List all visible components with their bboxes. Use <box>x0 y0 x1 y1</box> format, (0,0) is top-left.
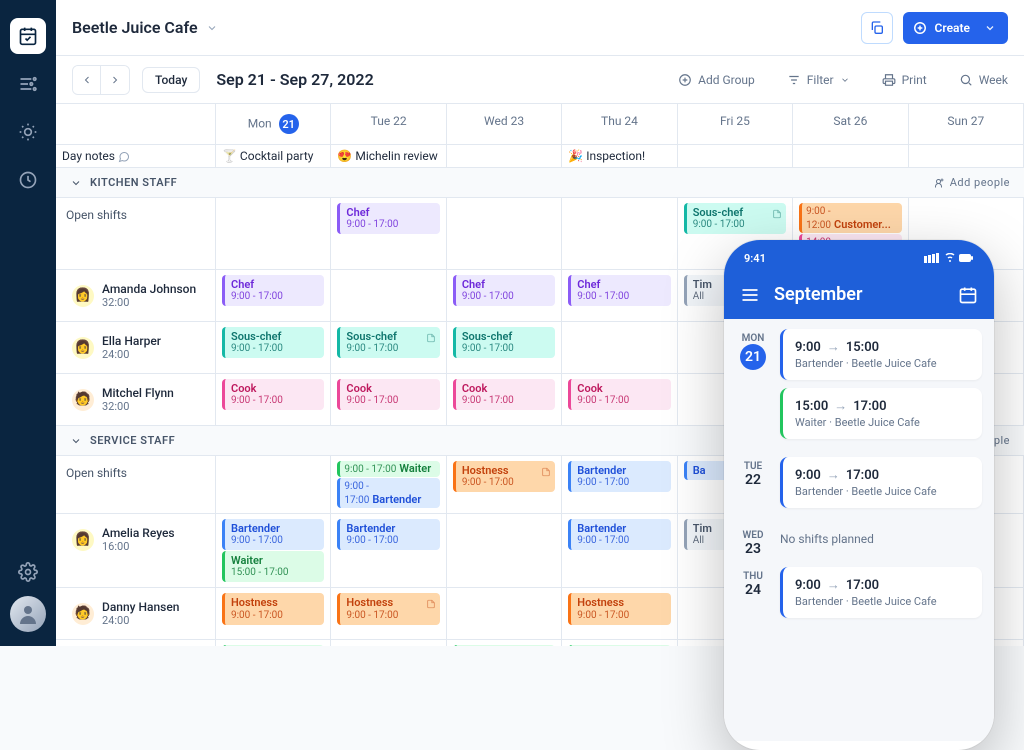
shift-card[interactable]: Hostness9:00 - 17:00 <box>222 593 324 624</box>
person-cell[interactable]: 🧑Danny Hansen24:00 <box>62 592 209 635</box>
copy-button[interactable] <box>861 12 893 44</box>
location-title: Beetle Juice Cafe <box>72 18 198 37</box>
person-cell[interactable]: 🧑Mitchel Flynn32:00 <box>62 378 209 421</box>
mobile-day: THU24 9:00→17:00 Bartender · Beetle Juic… <box>736 567 982 626</box>
shift-card[interactable]: Hostness9:00 - 17:00 <box>453 461 555 492</box>
mobile-day-label: MON21 <box>736 329 770 447</box>
mobile-day: WED23 No shifts planned <box>736 526 982 557</box>
person-cell[interactable]: 👩Amanda Johnson32:00 <box>62 274 209 317</box>
mobile-preview: 9:41 September MON21 9:00→15:00 Bartende… <box>724 240 994 750</box>
mobile-day-label: THU24 <box>736 567 770 626</box>
sidebar-item-settings[interactable] <box>10 554 46 590</box>
day-header[interactable]: Sat 26 <box>793 104 908 145</box>
chevron-down-icon <box>984 22 996 34</box>
mobile-day: MON21 9:00→15:00 Bartender · Beetle Juic… <box>736 329 982 447</box>
search-icon <box>959 73 973 87</box>
shift-card[interactable]: Cook9:00 - 17:00 <box>222 379 324 410</box>
mobile-shift-card[interactable]: 9:00→17:00 Bartender · Beetle Juice Cafe <box>780 567 982 618</box>
day-note: 🎉 Inspection! <box>568 149 645 163</box>
shift-card[interactable]: Sous-chef9:00 - 17:00 <box>453 327 555 358</box>
shift-card[interactable]: Chef9:00 - 17:00 <box>337 203 439 234</box>
mobile-day-label: TUE22 <box>736 457 770 516</box>
shift-card[interactable]: Chef9:00 - 17:00 <box>222 275 324 306</box>
sidebar-item-day[interactable] <box>10 114 46 150</box>
sidebar-item-tasks[interactable] <box>10 66 46 102</box>
shift-card[interactable]: Cook9:00 - 17:00 <box>568 379 670 410</box>
shift-card[interactable]: 9:00 - 17:00Waiter <box>337 461 439 477</box>
today-button[interactable]: Today <box>142 67 200 93</box>
create-button[interactable]: Create <box>903 12 1008 44</box>
day-header[interactable]: Sun 27 <box>909 104 1024 145</box>
mobile-day-label: WED23 <box>736 526 770 557</box>
print-button[interactable]: Print <box>882 73 927 87</box>
mobile-shift-card[interactable]: 9:00→15:00 Bartender · Beetle Juice Cafe <box>780 329 982 380</box>
day-notes-label: Day notes <box>62 149 130 163</box>
add-people-button[interactable]: Add people <box>934 176 1010 189</box>
phone-status-bar: 9:41 <box>724 240 994 276</box>
phone-clock: 9:41 <box>744 252 766 265</box>
shift-card[interactable]: Waiter15:00 - 17:00 <box>222 551 324 582</box>
day-header[interactable]: Wed 23 <box>447 104 562 145</box>
day-header[interactable]: Tue 22 <box>331 104 446 145</box>
calendar-icon[interactable] <box>958 285 978 305</box>
shift-card[interactable]: Sous-chef9:00 - 17:00 <box>684 203 786 234</box>
shift-card[interactable]: Bartender9:00 - 17:00 <box>337 519 439 550</box>
group-header[interactable]: KITCHEN STAFF Add people <box>56 168 1024 198</box>
shift-card[interactable]: Chef9:00 - 17:00 <box>453 275 555 306</box>
user-avatar[interactable] <box>10 596 46 632</box>
create-label: Create <box>935 21 970 35</box>
shift-card[interactable]: 9:00 - 12:00Customer... <box>799 203 901 233</box>
day-note: 😍 Michelin review <box>337 149 437 163</box>
prev-button[interactable] <box>73 66 101 94</box>
plus-circle-icon <box>913 21 927 35</box>
hamburger-icon[interactable] <box>740 285 760 305</box>
phone-status-icons <box>924 253 974 263</box>
filter-icon <box>787 73 801 87</box>
week-view-button[interactable]: Week <box>959 73 1008 87</box>
note-icon <box>772 209 782 219</box>
filter-button[interactable]: Filter <box>787 73 850 87</box>
chevron-down-icon <box>206 22 218 34</box>
shift-card[interactable]: Bartender9:00 - 17:00 <box>222 519 324 550</box>
note-icon <box>541 467 551 477</box>
next-button[interactable] <box>101 66 129 94</box>
shift-card[interactable]: Cook9:00 - 17:00 <box>337 379 439 410</box>
shift-card[interactable]: Sous-chef9:00 - 17:00 <box>222 327 324 358</box>
print-icon <box>882 73 896 87</box>
shift-card[interactable]: Bartender9:00 - 17:00 <box>568 519 670 550</box>
plus-circle-icon <box>678 73 692 87</box>
sidebar <box>0 0 56 646</box>
day-header[interactable]: Fri 25 <box>678 104 793 145</box>
add-group-button[interactable]: Add Group <box>678 73 755 87</box>
shift-card[interactable]: Hostness9:00 - 17:00 <box>568 593 670 624</box>
sidebar-item-history[interactable] <box>10 162 46 198</box>
note-icon <box>426 599 436 609</box>
mobile-no-shift: No shifts planned <box>780 526 982 552</box>
date-nav <box>72 65 130 95</box>
person-cell[interactable]: 👩Ella Harper24:00 <box>62 326 209 369</box>
shift-card[interactable]: Hostness9:00 - 17:00 <box>337 593 439 624</box>
day-header[interactable]: Thu 24 <box>562 104 677 145</box>
phone-title: September <box>774 284 944 305</box>
shift-card[interactable]: 9:00 - 17:00Bartender <box>337 478 439 508</box>
day-note: 🍸 Cocktail party <box>222 149 313 163</box>
mobile-day: TUE22 9:00→17:00 Bartender · Beetle Juic… <box>736 457 982 516</box>
shift-card[interactable]: Bartender9:00 - 17:00 <box>568 461 670 492</box>
mobile-shift-card[interactable]: 15:00→17:00 Waiter · Beetle Juice Cafe <box>780 388 982 439</box>
shift-card[interactable]: Chef9:00 - 17:00 <box>568 275 670 306</box>
chevron-down-icon <box>840 75 850 85</box>
shift-card[interactable]: Cook9:00 - 17:00 <box>453 379 555 410</box>
mobile-shift-card[interactable]: 9:00→17:00 Bartender · Beetle Juice Cafe <box>780 457 982 508</box>
location-selector[interactable]: Beetle Juice Cafe <box>72 18 218 37</box>
note-icon <box>426 333 436 343</box>
person-cell[interactable]: 👩Amelia Reyes16:00 <box>62 518 209 561</box>
shift-card[interactable]: Sous-chef9:00 - 17:00 <box>337 327 439 358</box>
date-range: Sep 21 - Sep 27, 2022 <box>216 70 373 89</box>
sidebar-item-schedule[interactable] <box>10 18 46 54</box>
day-header[interactable]: Mon 21 <box>216 104 331 145</box>
